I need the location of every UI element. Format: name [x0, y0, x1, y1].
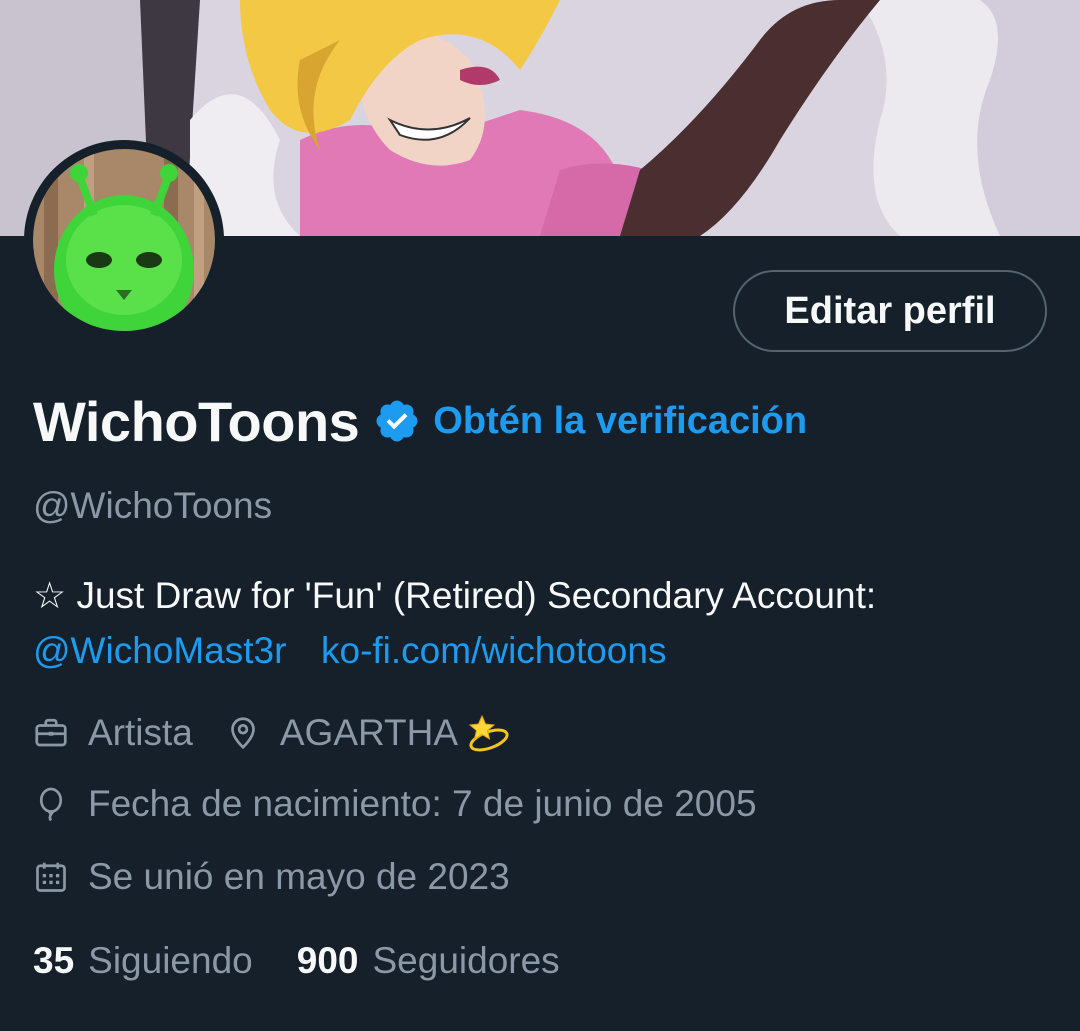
- briefcase-icon: [33, 715, 69, 751]
- following-label: Siguiendo: [88, 940, 253, 981]
- profession-item: Artista: [33, 712, 193, 754]
- profile-meta-row-3: Se unió en mayo de 2023: [33, 852, 542, 902]
- bio-website-link[interactable]: ko-fi.com/wichotoons: [321, 630, 666, 671]
- calendar-icon: [33, 859, 69, 895]
- edit-profile-button[interactable]: Editar perfil: [733, 270, 1047, 352]
- birthday-text: Fecha de nacimiento: 7 de junio de 2005: [88, 783, 757, 824]
- profile-meta-row-1: Artista AGARTHA: [33, 708, 544, 758]
- birthday-item: Fecha de nacimiento: 7 de junio de 2005: [33, 783, 757, 825]
- followers-count: 900: [296, 940, 359, 981]
- profession-text: Artista: [88, 712, 193, 753]
- following-link[interactable]: 35 Siguiendo: [33, 940, 253, 982]
- location-text: AGARTHA: [279, 712, 459, 753]
- profile-avatar[interactable]: [24, 140, 224, 340]
- following-count: 35: [33, 940, 75, 981]
- bio-text: ☆ Just Draw for 'Fun' (Retired) Secondar…: [33, 575, 877, 616]
- joined-text: Se unió en mayo de 2023: [88, 856, 510, 897]
- location-pin-icon: [225, 715, 261, 751]
- followers-link[interactable]: 900 Seguidores: [297, 940, 560, 982]
- profile-meta-row-2: Fecha de nacimiento: 7 de junio de 2005: [33, 779, 789, 829]
- profile-bio: ☆ Just Draw for 'Fun' (Retired) Secondar…: [33, 568, 1053, 678]
- profile-stats: 35 Siguiendo 900 Seguidores: [33, 935, 604, 987]
- dizzy-emoji-icon: [466, 710, 512, 756]
- display-name: WichoToons: [33, 389, 360, 453]
- profile-handle: @WichoToons: [33, 485, 273, 526]
- bio-mention-link[interactable]: @WichoMast3r: [33, 630, 286, 671]
- balloon-icon: [33, 786, 69, 822]
- joined-item: Se unió en mayo de 2023: [33, 856, 510, 898]
- profile-name-row: WichoToons Obtén la verificación: [33, 386, 807, 456]
- location-item: AGARTHA: [225, 710, 512, 756]
- followers-label: Seguidores: [372, 940, 560, 981]
- verified-badge-icon[interactable]: [373, 397, 421, 445]
- alien-cat-avatar-image: [33, 149, 215, 331]
- get-verified-link[interactable]: Obtén la verificación: [433, 400, 807, 443]
